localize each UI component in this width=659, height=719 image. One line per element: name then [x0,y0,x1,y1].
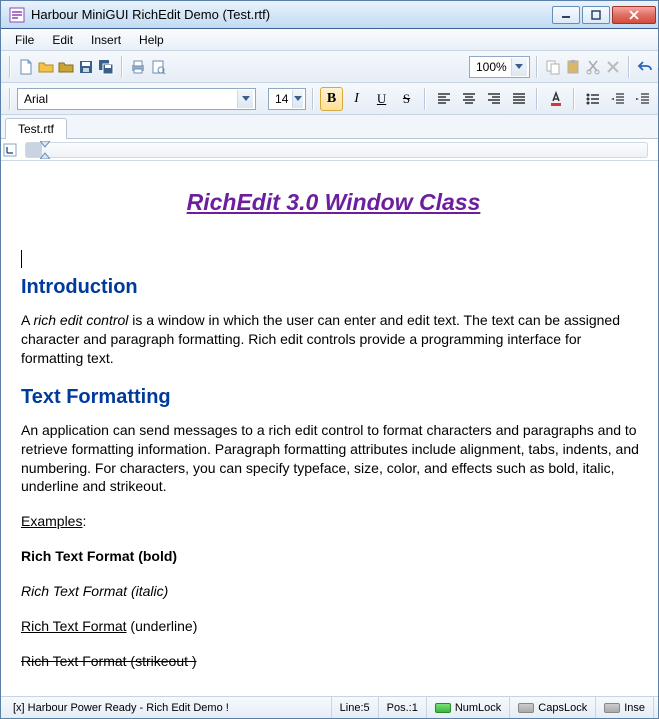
align-right-button[interactable] [482,87,505,111]
bullets-button[interactable] [581,87,604,111]
window-buttons [552,6,656,24]
chevron-down-icon [237,90,253,108]
menu-insert[interactable]: Insert [83,31,129,49]
indent-marker-icon[interactable] [40,141,50,159]
outdent-button[interactable] [606,87,629,111]
paragraph-intro: A rich edit control is a window in which… [21,311,646,368]
close-file-button[interactable] [57,55,75,79]
document-body[interactable]: RichEdit 3.0 Window Class Introduction A… [21,187,646,696]
print-preview-button[interactable] [149,55,167,79]
close-button[interactable] [612,6,656,24]
delete-button[interactable] [604,55,622,79]
zoom-value: 100% [476,60,507,74]
align-left-button[interactable] [432,87,455,111]
paste-button[interactable] [564,55,582,79]
font-size-combo[interactable]: 14 [268,88,306,110]
status-message: [x] Harbour Power Ready - Rich Edit Demo… [5,697,332,718]
heading-introduction: Introduction [21,274,646,301]
menu-edit[interactable]: Edit [44,31,81,49]
example-underline: Rich Text Format (underline) [21,617,646,636]
editor-scroll[interactable]: RichEdit 3.0 Window Class Introduction A… [1,161,658,696]
zoom-combo[interactable]: 100% [469,56,530,78]
font-color-button[interactable] [544,87,567,111]
example-strike: Rich Text Format (strikeout ) [21,652,646,671]
status-numlock: NumLock [427,697,510,718]
app-icon [9,7,25,23]
led-off-icon [604,703,620,713]
toolbar-standard: 100% [1,51,658,83]
menubar: File Edit Insert Help [1,29,658,51]
toolbar-format: Arial 14 B I U S [1,83,658,115]
tab-stop-icon[interactable] [3,143,17,157]
new-button[interactable] [17,55,35,79]
example-italic: Rich Text Format (italic) [21,582,646,601]
minimize-button[interactable] [552,6,580,24]
status-capslock: CapsLock [510,697,596,718]
examples-label: Examples: [21,512,646,531]
bold-button[interactable]: B [320,87,343,111]
app-window: Harbour MiniGUI RichEdit Demo (Test.rtf)… [0,0,659,719]
menu-file[interactable]: File [7,31,42,49]
tab-strip: Test.rtf [1,115,658,139]
maximize-button[interactable] [582,6,610,24]
text-caret [21,264,646,266]
statusbar: [x] Harbour Power Ready - Rich Edit Demo… [1,696,658,718]
example-bold: Rich Text Format (bold) [21,547,646,566]
open-button[interactable] [37,55,55,79]
save-all-button[interactable] [97,55,115,79]
align-center-button[interactable] [457,87,480,111]
cut-button[interactable] [584,55,602,79]
font-value: Arial [24,92,48,106]
ruler-track[interactable] [25,142,648,158]
status-line: Line:5 [332,697,379,718]
italic-button[interactable]: I [345,87,368,111]
underline-button[interactable]: U [370,87,393,111]
doc-title: RichEdit 3.0 Window Class [21,187,646,218]
indent-button[interactable] [631,87,654,111]
window-title: Harbour MiniGUI RichEdit Demo (Test.rtf) [31,7,552,22]
document-tab[interactable]: Test.rtf [5,118,67,139]
font-combo[interactable]: Arial [17,88,256,110]
titlebar[interactable]: Harbour MiniGUI RichEdit Demo (Test.rtf) [1,1,658,29]
size-value: 14 [275,92,288,106]
editor-area: RichEdit 3.0 Window Class Introduction A… [1,161,658,696]
strikeout-button[interactable]: S [395,87,418,111]
menu-help[interactable]: Help [131,31,172,49]
ruler[interactable] [1,139,658,161]
justify-button[interactable] [507,87,530,111]
print-button[interactable] [129,55,147,79]
led-on-icon [435,703,451,713]
heading-formatting: Text Formatting [21,384,646,411]
copy-button[interactable] [544,55,562,79]
led-off-icon [518,703,534,713]
chevron-down-icon [511,58,527,76]
status-pos: Pos.:1 [379,697,427,718]
status-insert: Inse [596,697,654,718]
save-button[interactable] [77,55,95,79]
chevron-down-icon [292,90,303,108]
undo-button[interactable] [636,55,654,79]
paragraph-formatting: An application can send messages to a ri… [21,421,646,497]
